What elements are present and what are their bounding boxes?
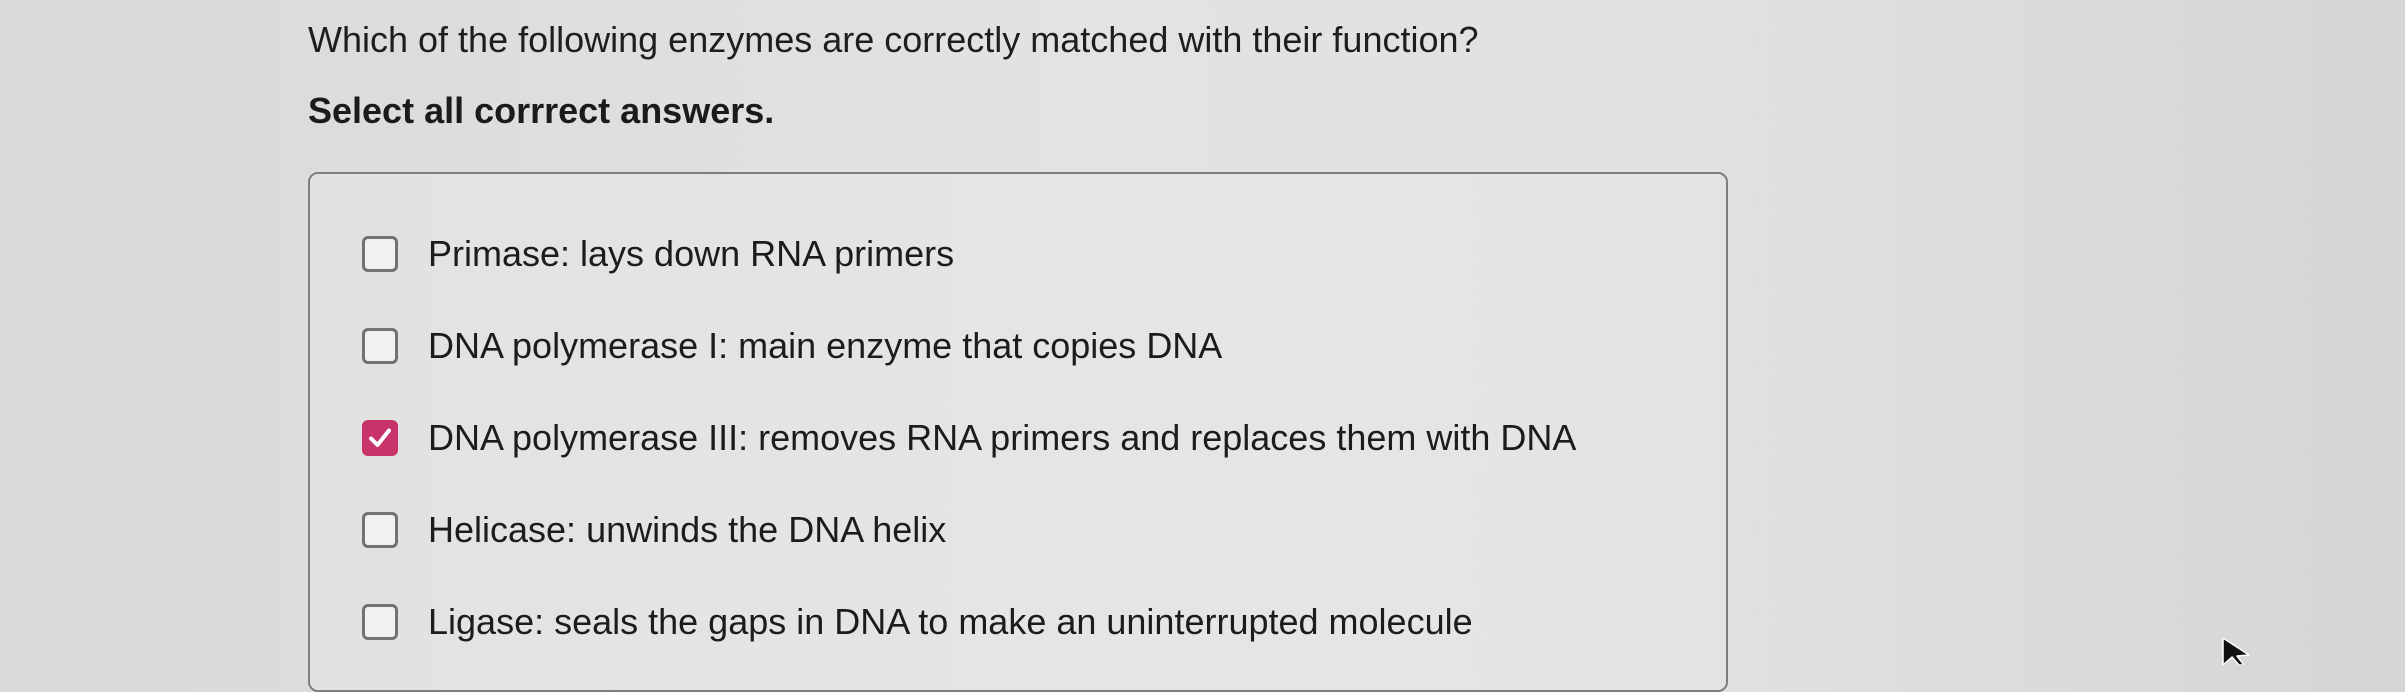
mouse-cursor-icon: [2222, 638, 2250, 665]
option-dna-polymerase-i[interactable]: DNA polymerase I: main enzyme that copie…: [362, 318, 1222, 374]
option-label: DNA polymerase I: main enzyme that copie…: [428, 325, 1223, 366]
option-checkbox[interactable]: [362, 328, 398, 364]
option-checkbox[interactable]: [362, 236, 398, 272]
option-label: DNA polymerase III: removes RNA primers …: [428, 417, 1577, 458]
option-checkbox[interactable]: [362, 512, 398, 548]
checkmark-icon: [369, 428, 391, 447]
option-label: Ligase: seals the gaps in DNA to make an…: [428, 601, 1473, 642]
option-helicase[interactable]: Helicase: unwinds the DNA helix: [362, 502, 946, 558]
option-primase[interactable]: Primase: lays down RNA primers: [362, 226, 954, 282]
option-dna-polymerase-iii[interactable]: DNA polymerase III: removes RNA primers …: [362, 410, 1576, 466]
option-ligase[interactable]: Ligase: seals the gaps in DNA to make an…: [362, 594, 1473, 650]
question-text: Which of the following enzymes are corre…: [308, 19, 1479, 60]
option-checkbox[interactable]: [362, 604, 398, 640]
option-checkbox-checked[interactable]: [362, 420, 398, 456]
option-label: Helicase: unwinds the DNA helix: [428, 509, 947, 550]
answer-options-panel: Primase: lays down RNA primers DNA polym…: [308, 172, 1728, 692]
question-instruction: Select all corrrect answers.: [308, 90, 775, 131]
option-label: Primase: lays down RNA primers: [428, 233, 955, 274]
